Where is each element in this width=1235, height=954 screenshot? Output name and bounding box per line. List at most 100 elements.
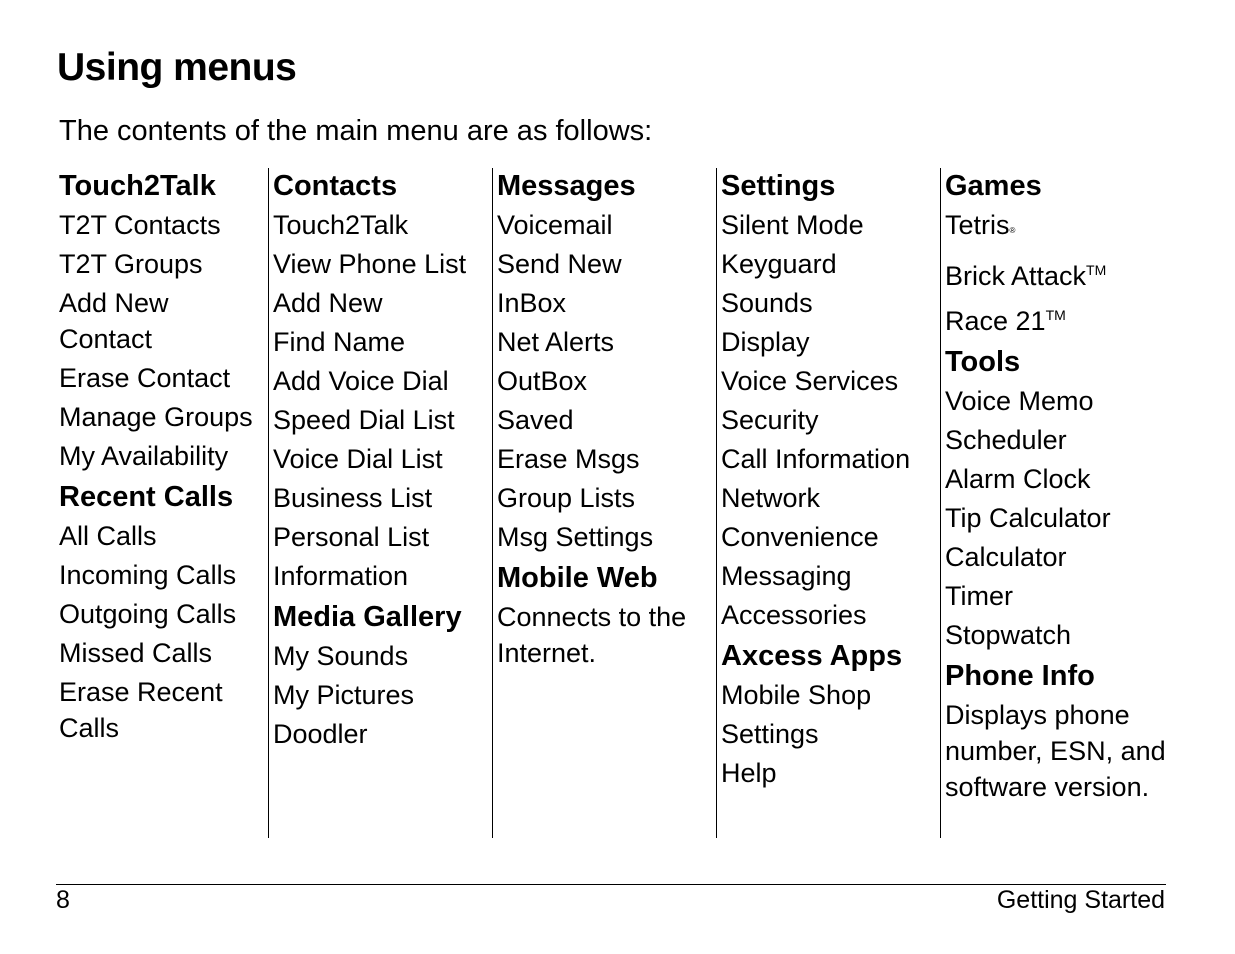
item-label: My Sounds <box>273 641 409 671</box>
menu-item: Doodler <box>273 716 493 755</box>
menu-column-4: Settings Silent Mode Keyguard Sounds Display… <box>716 168 941 838</box>
item-label: InBox <box>497 288 567 318</box>
menu-item: Convenience <box>721 519 941 558</box>
menu-column-5: Games Tetris® Brick AttackTM Race 21TM Tools… <box>940 168 1180 838</box>
menu-item: Erase Contact <box>59 360 269 399</box>
item-label: OutBox <box>497 366 588 396</box>
menu-category-heading: Recent Calls <box>59 477 269 518</box>
item-label: Tip Calculator <box>945 503 1111 533</box>
item-label: Keyguard <box>721 249 837 279</box>
heading-label: Games <box>945 170 1042 202</box>
item-label: Voice Services <box>721 366 899 396</box>
heading-label: Settings <box>721 170 836 202</box>
footer-rule <box>56 884 1166 885</box>
item-label: Accessories <box>721 600 867 630</box>
menu-item: Messaging <box>721 558 941 597</box>
menu-item: Settings <box>721 716 941 755</box>
menu-category-heading: Media Gallery <box>273 597 493 638</box>
menu-category-heading: Phone Info <box>945 656 1180 697</box>
item-label: T2T Groups <box>59 249 203 279</box>
menu-item: Scheduler <box>945 422 1180 461</box>
menu-category-heading: Contacts <box>273 168 493 207</box>
menu-item: Business List <box>273 480 493 519</box>
item-label: Voicemail <box>497 210 613 240</box>
menu-column-2: Contacts Touch2Talk View Phone List Add New… <box>268 168 493 838</box>
menu-category-heading: Tools <box>945 342 1180 383</box>
item-label: Doodler <box>273 719 368 749</box>
menu-item: Manage Groups <box>59 399 269 438</box>
item-label: T2T Contacts <box>59 210 221 240</box>
menu-item: Add New <box>273 285 493 324</box>
menu-item: Erase Msgs <box>497 441 717 480</box>
menu-item: Find Name <box>273 324 493 363</box>
menu-item: Outgoing Calls <box>59 596 269 635</box>
menu-item: InBox <box>497 285 717 324</box>
item-label: Erase Contact <box>59 363 231 393</box>
item-label: Tetris <box>945 210 1010 240</box>
item-label: Business List <box>273 483 433 513</box>
menu-item: My Sounds <box>273 638 493 677</box>
item-label: Connects to the Internet. <box>497 602 687 668</box>
menu-category-heading: Axcess Apps <box>721 636 941 677</box>
menu-item: Alarm Clock <box>945 461 1180 500</box>
item-label: View Phone List <box>273 249 467 279</box>
item-label: Personal List <box>273 522 430 552</box>
menu-category-heading: Games <box>945 168 1180 207</box>
menu-item: Brick AttackTM <box>945 252 1180 297</box>
item-label: Brick Attack <box>945 261 1087 291</box>
menu-item: Timer <box>945 578 1180 617</box>
menu-item: Security <box>721 402 941 441</box>
item-label: All Calls <box>59 521 157 551</box>
item-label: Information <box>273 561 409 591</box>
item-label: Stopwatch <box>945 620 1072 650</box>
menu-item: Race 21TM <box>945 297 1180 342</box>
menu-item: Voicemail <box>497 207 717 246</box>
menu-item: Personal List <box>273 519 493 558</box>
menu-item: Sounds <box>721 285 941 324</box>
item-label: Touch2Talk <box>273 210 409 240</box>
menu-category-heading: Messages <box>497 168 717 207</box>
heading-label: Media Gallery <box>273 601 462 633</box>
page-number: 8 <box>56 886 70 914</box>
item-label: Erase Msgs <box>497 444 640 474</box>
menu-item: Tip Calculator <box>945 500 1180 539</box>
page-title: Using menus <box>57 46 297 89</box>
heading-label: Axcess Apps <box>721 640 903 672</box>
item-label: Send New <box>497 249 622 279</box>
menu-column-1: Touch2Talk T2T Contacts T2T Groups Add New … <box>59 168 269 838</box>
menu-item: Accessories <box>721 597 941 636</box>
item-label: Race 21 <box>945 306 1046 336</box>
section-name: Getting Started <box>996 886 1165 914</box>
menu-item: Voice Services <box>721 363 941 402</box>
registered-mark: ® <box>1009 226 1016 235</box>
item-label: Voice Dial List <box>273 444 443 474</box>
menu-item: Connects to the Internet. <box>497 599 717 674</box>
item-label: Calculator <box>945 542 1067 572</box>
item-label: Erase Recent Calls <box>59 677 223 743</box>
menu-item: Stopwatch <box>945 617 1180 656</box>
item-label: Find Name <box>273 327 406 357</box>
menu-item: Msg Settings <box>497 519 717 558</box>
menu-item: T2T Groups <box>59 246 269 285</box>
item-label: Group Lists <box>497 483 636 513</box>
menu-item: Display <box>721 324 941 363</box>
menu-item: Call Information <box>721 441 941 480</box>
item-label: Manage Groups <box>59 402 253 432</box>
menu-item: My Pictures <box>273 677 493 716</box>
menu-item: Add New Contact <box>59 285 269 360</box>
menu-item: Displays phone number, ESN, and software… <box>945 697 1180 808</box>
intro-text: The contents of the main menu are as fol… <box>59 115 653 147</box>
item-label: Displays phone number, ESN, and software… <box>945 700 1166 802</box>
item-label: Display <box>721 327 810 357</box>
menu-category-heading: Settings <box>721 168 941 207</box>
menu-item: Calculator <box>945 539 1180 578</box>
menu-category-heading: Mobile Web <box>497 558 717 599</box>
item-label: Saved <box>497 405 574 435</box>
heading-label: Tools <box>945 346 1021 378</box>
menu-columns: Touch2Talk T2T Contacts T2T Groups Add New … <box>0 168 1235 838</box>
menu-item: Incoming Calls <box>59 557 269 596</box>
menu-item: Speed Dial List <box>273 402 493 441</box>
menu-item: Voice Dial List <box>273 441 493 480</box>
heading-label: Recent Calls <box>59 481 234 513</box>
item-label: My Availability <box>59 441 229 471</box>
